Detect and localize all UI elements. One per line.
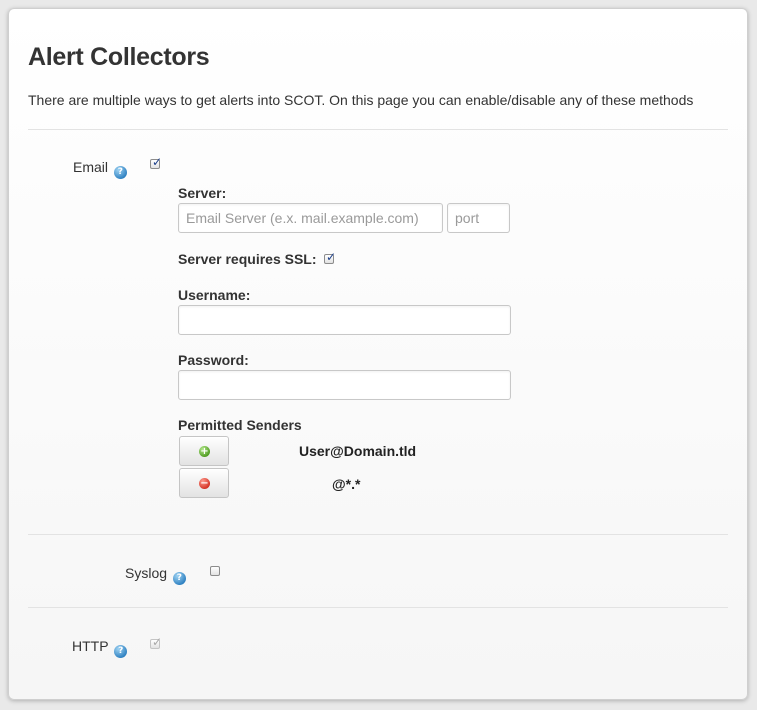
password-input[interactable] (178, 370, 511, 400)
server-label: Server: (178, 185, 227, 201)
sender-item: User@Domain.tld (299, 443, 417, 459)
syslog-label: Syslog (125, 565, 168, 581)
checkmark-icon: ✓ (152, 155, 163, 169)
add-sender-button[interactable]: + (179, 436, 229, 466)
page-title: Alert Collectors (28, 43, 210, 71)
checkmark-icon: ✓ (326, 250, 337, 264)
username-label: Username: (178, 287, 251, 303)
username-input[interactable] (178, 305, 511, 335)
syslog-row-label: Syslog ? (125, 565, 186, 585)
remove-sender-button[interactable]: − (179, 468, 229, 498)
divider (28, 129, 728, 130)
ssl-label: Server requires SSL: (178, 251, 317, 267)
divider (28, 534, 728, 535)
minus-circle-icon: − (199, 478, 210, 489)
help-icon[interactable]: ? (114, 645, 128, 658)
permitted-senders-label: Permitted Senders (178, 417, 302, 433)
syslog-enabled-checkbox[interactable] (210, 566, 220, 576)
http-label: HTTP (72, 638, 109, 654)
page-description: There are multiple ways to get alerts in… (28, 92, 694, 108)
password-label: Password: (178, 352, 249, 368)
help-icon[interactable]: ? (113, 166, 127, 179)
email-label: Email (73, 159, 109, 175)
checkmark-icon: ✓ (152, 635, 163, 649)
email-server-input[interactable] (178, 203, 443, 233)
email-enabled-checkbox[interactable]: ✓ (150, 155, 162, 169)
email-row-label: Email ? (73, 159, 127, 179)
ssl-checkbox[interactable]: ✓ (324, 250, 336, 264)
email-port-input[interactable] (447, 203, 510, 233)
alert-collectors-panel: Alert Collectors There are multiple ways… (8, 8, 748, 700)
http-enabled-checkbox: ✓ (150, 635, 162, 649)
sender-item: @*.* (332, 476, 361, 492)
divider (28, 607, 728, 608)
plus-circle-icon: + (199, 446, 210, 457)
http-row-label: HTTP ? (72, 638, 128, 658)
help-icon[interactable]: ? (172, 572, 186, 585)
